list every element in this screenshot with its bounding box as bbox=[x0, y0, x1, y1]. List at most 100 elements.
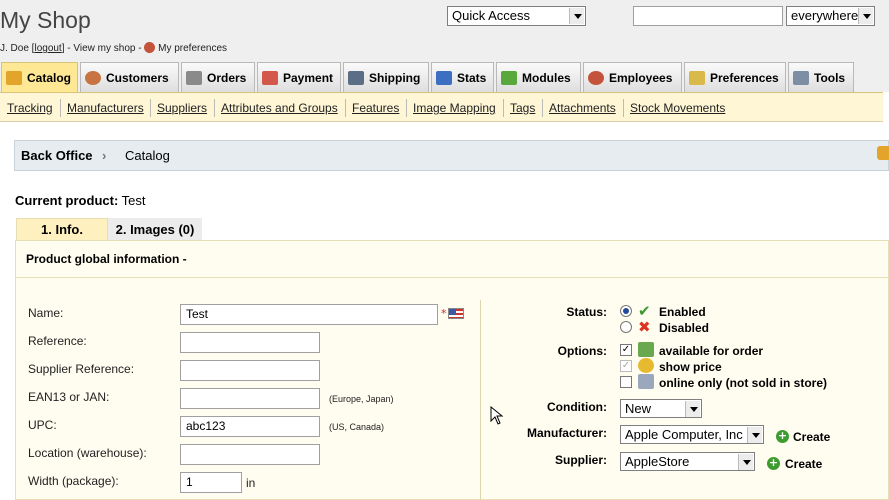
store-icon bbox=[638, 374, 654, 389]
shop-name: My Shop bbox=[0, 7, 91, 33]
user-name: J. Doe [ bbox=[0, 43, 35, 54]
payment-icon bbox=[262, 70, 278, 85]
tab-images[interactable]: 2. Images (0) bbox=[108, 218, 202, 240]
available-for-order-checkbox[interactable]: ✓ bbox=[620, 344, 632, 356]
supplier-value: AppleStore bbox=[625, 454, 690, 469]
tab-label: Orders bbox=[207, 70, 247, 85]
condition-label: Condition: bbox=[547, 400, 607, 414]
subnav-stock-movements[interactable]: Stock Movements bbox=[630, 101, 725, 115]
reference-field[interactable] bbox=[180, 332, 320, 353]
search-scope-value: everywhere bbox=[791, 8, 859, 23]
create-supplier-button[interactable]: Create bbox=[785, 457, 822, 471]
modules-icon bbox=[501, 70, 517, 85]
available-for-order-label: available for order bbox=[659, 344, 764, 358]
chevron-down-icon bbox=[858, 8, 873, 24]
chevron-down-icon bbox=[569, 8, 584, 24]
help-icon[interactable] bbox=[877, 146, 889, 160]
upc-field[interactable]: abc123 bbox=[180, 416, 320, 437]
tab-modules[interactable]: Modules bbox=[496, 62, 581, 92]
divider bbox=[480, 300, 481, 500]
subnav-tracking[interactable]: Tracking bbox=[7, 101, 53, 115]
tab-label: Modules bbox=[522, 70, 571, 85]
divider bbox=[623, 99, 624, 117]
ean-field[interactable] bbox=[180, 388, 320, 409]
section-title: Product global information - bbox=[26, 252, 187, 266]
supplier-reference-label: Supplier Reference: bbox=[28, 362, 135, 376]
tab-stats[interactable]: Stats bbox=[431, 62, 494, 92]
divider bbox=[16, 277, 889, 278]
employees-icon bbox=[588, 70, 604, 85]
divider bbox=[345, 99, 346, 117]
manufacturer-select[interactable]: Apple Computer, Inc bbox=[620, 425, 764, 444]
width-field[interactable]: 1 bbox=[180, 472, 242, 493]
catalog-icon bbox=[6, 71, 22, 85]
condition-value: New bbox=[625, 401, 652, 416]
online-only-label: online only (not sold in store) bbox=[659, 376, 827, 390]
tab-shipping[interactable]: Shipping bbox=[343, 62, 429, 92]
tab-preferences[interactable]: Preferences bbox=[684, 62, 786, 92]
chevron-down-icon bbox=[747, 427, 762, 443]
supplier-select[interactable]: AppleStore bbox=[620, 452, 755, 471]
subnav-image-mapping[interactable]: Image Mapping bbox=[413, 101, 496, 115]
search-scope-select[interactable]: everywhere bbox=[786, 6, 875, 26]
divider bbox=[150, 99, 151, 117]
preferences-icon bbox=[144, 42, 156, 53]
divider bbox=[503, 99, 504, 117]
preferences-icon bbox=[689, 70, 705, 85]
view-shop-link[interactable]: ] - View my shop - bbox=[62, 43, 142, 54]
show-price-checkbox[interactable]: ✓ bbox=[620, 360, 632, 372]
condition-select[interactable]: New bbox=[620, 399, 702, 418]
subnav-tags[interactable]: Tags bbox=[510, 101, 535, 115]
quick-access-select[interactable]: Quick Access bbox=[447, 6, 586, 26]
divider bbox=[60, 99, 61, 117]
current-product-value: Test bbox=[121, 193, 146, 208]
status-enabled-radio[interactable] bbox=[620, 305, 632, 317]
add-icon[interactable]: + bbox=[767, 457, 780, 470]
my-preferences-link[interactable]: My preferences bbox=[158, 43, 227, 54]
add-icon[interactable]: + bbox=[776, 430, 789, 443]
status-label: Status: bbox=[566, 305, 607, 319]
location-label: Location (warehouse): bbox=[28, 446, 147, 460]
divider bbox=[214, 99, 215, 117]
breadcrumb-root[interactable]: Back Office bbox=[21, 148, 93, 163]
flag-icon[interactable] bbox=[448, 308, 464, 319]
tab-tools[interactable]: Tools bbox=[788, 62, 854, 92]
name-field[interactable]: Test bbox=[180, 304, 438, 325]
tab-label: Tools bbox=[814, 70, 846, 85]
tab-orders[interactable]: Orders bbox=[181, 62, 255, 92]
subnav-features[interactable]: Features bbox=[352, 101, 399, 115]
product-form-panel bbox=[15, 240, 889, 500]
subnav-attributes-groups[interactable]: Attributes and Groups bbox=[221, 101, 338, 115]
online-only-checkbox[interactable] bbox=[620, 376, 632, 388]
create-manufacturer-button[interactable]: Create bbox=[793, 430, 830, 444]
show-price-label: show price bbox=[659, 360, 722, 374]
tab-catalog[interactable]: Catalog bbox=[1, 62, 78, 93]
subnav-suppliers[interactable]: Suppliers bbox=[157, 101, 207, 115]
supplier-label: Supplier: bbox=[554, 453, 607, 467]
supplier-reference-field[interactable] bbox=[180, 360, 320, 381]
tab-payment[interactable]: Payment bbox=[257, 62, 341, 92]
status-disabled-radio[interactable] bbox=[620, 321, 632, 333]
tab-info[interactable]: 1. Info. bbox=[16, 218, 108, 240]
shipping-icon bbox=[348, 70, 364, 85]
tab-label: Employees bbox=[609, 70, 673, 85]
main-tabs: Catalog Customers Orders Payment Shippin… bbox=[0, 62, 889, 93]
chevron-right-icon: › bbox=[102, 148, 107, 163]
chevron-down-icon bbox=[738, 454, 753, 470]
breadcrumb-current: Catalog bbox=[125, 148, 170, 163]
tab-customers[interactable]: Customers bbox=[80, 62, 179, 92]
search-input[interactable] bbox=[633, 6, 783, 26]
chevron-down-icon bbox=[685, 401, 700, 417]
manufacturer-label: Manufacturer: bbox=[526, 426, 607, 440]
subnav-attachments[interactable]: Attachments bbox=[549, 101, 616, 115]
current-product-label: Current product: bbox=[15, 193, 119, 208]
tab-employees[interactable]: Employees bbox=[583, 62, 682, 92]
location-field[interactable] bbox=[180, 444, 320, 465]
logout-link[interactable]: logout bbox=[34, 43, 61, 54]
breadcrumb: Back Office › Catalog bbox=[14, 140, 889, 171]
mouse-cursor-icon bbox=[490, 406, 504, 425]
ean-label: EAN13 or JAN: bbox=[28, 390, 110, 404]
subnav-manufacturers[interactable]: Manufacturers bbox=[67, 101, 144, 115]
tab-label: Preferences bbox=[710, 70, 779, 85]
tools-icon bbox=[793, 70, 809, 85]
